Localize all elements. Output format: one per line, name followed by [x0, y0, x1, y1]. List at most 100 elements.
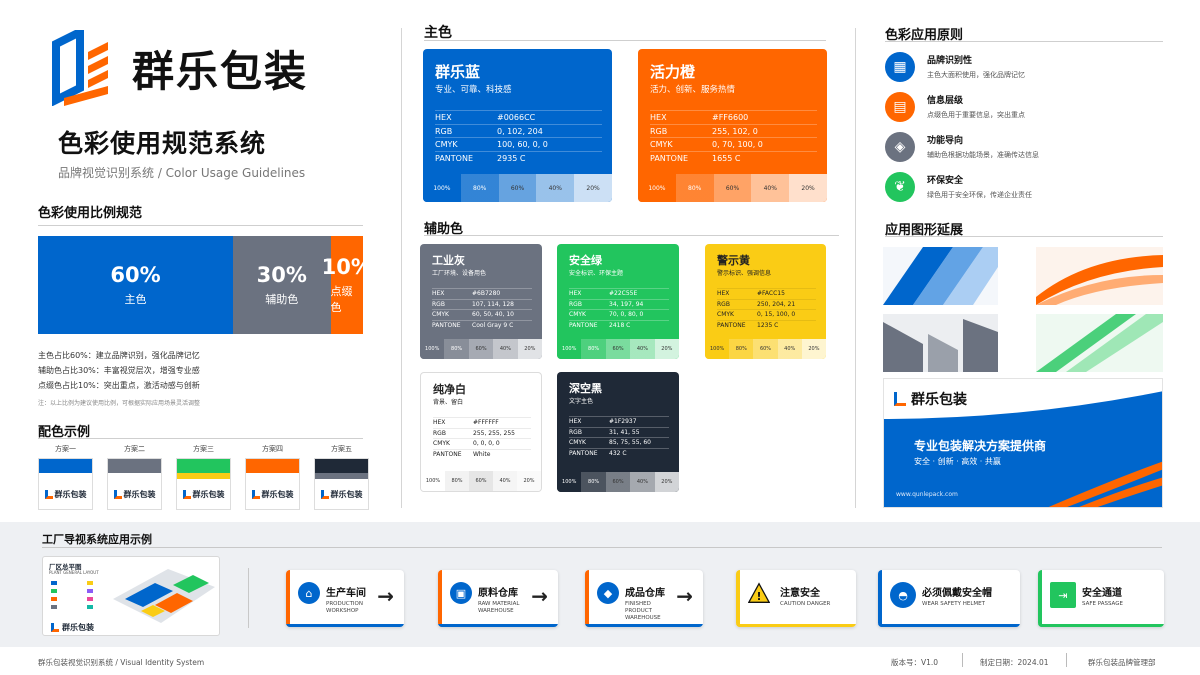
principle-name: 环保安全 — [927, 176, 964, 186]
ratio-segment: 30% 辅助色 — [233, 236, 331, 334]
sign-bottom-bar — [438, 624, 558, 627]
color-description: 工厂环境、设备用色 — [432, 270, 487, 277]
ratio-segment: 60% 主色 — [38, 236, 233, 334]
spec-row-hex: HEX #FFFFFF — [433, 417, 531, 428]
spec-key: HEX — [435, 113, 452, 122]
tint-swatch: 60% — [468, 339, 494, 359]
spec-value-hex: #1F2937 — [609, 418, 637, 425]
spec-key: RGB — [650, 126, 668, 136]
sign-accent-bar — [878, 570, 882, 627]
ratio-percent: 10% — [321, 255, 372, 279]
spec-key: PANTONE — [569, 321, 598, 329]
spec-value-pantone: 432 C — [609, 449, 627, 457]
tint-strip: 100% 80% 60% 40% 20% — [557, 339, 679, 359]
spec-value-rgb: 250, 204, 21 — [757, 300, 796, 308]
spec-key: PANTONE — [717, 321, 746, 329]
combo-swatch: 群乐包装 — [245, 458, 300, 510]
ratio-label: 辅助色 — [265, 293, 299, 306]
tint-swatch: 20% — [789, 174, 827, 202]
wayfinding-sign: ⌂ 生产车间 PRODUCTION WORKSHOP → — [286, 570, 404, 627]
combo-color-mid — [177, 473, 230, 479]
combo-logo-text: 群乐包装 — [54, 490, 87, 499]
combo-logo-icon — [182, 490, 191, 499]
footer-divider — [962, 653, 963, 667]
principle-item: ❦ 环保安全 绿色用于安全环保，传递企业责任 — [885, 172, 1032, 202]
tint-swatch: 20% — [517, 471, 541, 491]
tint-swatch: 80% — [445, 471, 469, 491]
tint-swatch: 100% — [557, 472, 582, 492]
banner-url: www.qunlepack.com — [896, 491, 958, 498]
combo-item: 方案一 群乐包装 — [38, 444, 93, 510]
tint-strip: 100% 80% 60% 40% 20% — [557, 472, 679, 492]
tint-swatch: 100% — [420, 339, 445, 359]
sign-label-en: FINISHED PRODUCT WAREHOUSE — [625, 601, 661, 621]
color-card: 警示黄 警示标识、强调信息 HEX #FACC15 RGB 250, 204, 21 CMY… — [705, 244, 826, 359]
color-description: 安全标识、环保主题 — [569, 270, 624, 277]
ratio-bar: 60% 主色 30% 辅助色 10% 点缀色 — [38, 236, 372, 334]
tint-swatch: 80% — [729, 339, 754, 359]
sign-bottom-bar — [1038, 624, 1164, 627]
spec-value-hex: #FF6600 — [712, 113, 749, 122]
spec-value-pantone: 2935 C — [497, 153, 526, 163]
color-spec-table: HEX #FFFFFF RGB 255, 255, 255 CMYK 0, 0, 0, 0… — [433, 417, 531, 459]
column-divider — [401, 28, 402, 508]
tint-strip: 100% 80% 60% 40% 20% — [638, 174, 827, 202]
color-name: 群乐蓝 — [435, 63, 481, 81]
divider — [38, 225, 363, 226]
color-spec-table: HEX #6B7280 RGB 107, 114, 128 CMYK 60, 50, 40… — [432, 288, 532, 330]
ratio-percent: 60% — [110, 263, 161, 287]
plant-layout-map: 厂区总平图 PLANT GENERAL LAYOUT 群乐包装 — [42, 556, 220, 636]
tint-swatch: 20% — [654, 339, 679, 359]
spec-value-hex: #6B7280 — [472, 290, 501, 297]
combo-color-mid — [246, 473, 299, 479]
spec-row-pantone: PANTONE Cool Gray 9 C — [432, 319, 532, 331]
graphic-tile-orange — [1036, 247, 1163, 305]
banner-logo: 群乐包装 — [894, 389, 967, 409]
banner-logo-text: 群乐包装 — [911, 392, 967, 408]
spec-key: PANTONE — [435, 153, 473, 163]
combo-item: 方案三 群乐包装 — [176, 444, 231, 510]
principle-text: 品牌识别性 主色大面积使用，强化品牌记忆 — [927, 52, 1025, 80]
combo-name: 方案一 — [55, 445, 76, 453]
map-logo-text: 群乐包装 — [62, 623, 94, 632]
combo-logo-text: 群乐包装 — [261, 490, 294, 499]
principle-description: 绿色用于安全环保，传递企业责任 — [927, 191, 1032, 199]
tint-swatch: 100% — [557, 339, 582, 359]
color-description: 背景、留白 — [433, 399, 464, 406]
spec-row-cmyk: CMYK 0, 15, 100, 0 — [717, 309, 816, 320]
sign-label-zh: 成品仓库 — [625, 588, 665, 599]
spec-value-pantone: White — [473, 450, 491, 458]
banner-tagline: 安全 · 创新 · 高效 · 共赢 — [914, 457, 1001, 466]
color-card: 安全绿 安全标识、环保主题 HEX #22C55E RGB 34, 197, 94 CMYK… — [557, 244, 679, 359]
ratio-note: 点缀色占比10%：突出重点，激活动感与创新 — [38, 381, 200, 390]
sign-label-en: SAFE PASSAGE — [1082, 601, 1123, 607]
tint-swatch: 60% — [753, 339, 778, 359]
spec-key: CMYK — [569, 311, 586, 318]
ratio-segment: 10% 点缀色 — [322, 236, 372, 334]
ratio-label: 主色 — [124, 293, 147, 306]
principle-item: ▤ 信息层级 点缀色用于重要信息，突出重点 — [885, 92, 1025, 122]
tint-strip: 100% 80% 60% 40% 20% — [420, 339, 542, 359]
spec-key: CMYK — [650, 140, 673, 149]
principle-description: 主色大面积使用，强化品牌记忆 — [927, 71, 1025, 79]
combo-color-mid — [108, 473, 161, 479]
sign-accent-bar — [585, 570, 589, 627]
combo-color-top — [315, 459, 368, 473]
box-icon: ▣ — [450, 582, 472, 604]
footer-date: 制定日期：2024.01 — [980, 658, 1049, 667]
spec-value-cmyk: 100, 60, 0, 0 — [497, 140, 548, 149]
divider — [885, 41, 1163, 42]
ratio-section-title: 色彩使用比例规范 — [38, 206, 143, 221]
combo-name: 方案四 — [262, 445, 283, 453]
combo-item: 方案五 群乐包装 — [314, 444, 369, 510]
sign-label-zh: 必须佩戴安全帽 — [922, 588, 992, 599]
color-card: 活力橙 活力、创新、服务热情 HEX #FF6600 RGB 255, 102, 0 CMY… — [638, 49, 827, 202]
brand-logo: 群乐包装 — [50, 30, 308, 106]
combo-color-top — [39, 459, 92, 473]
color-description: 警示标识、强调信息 — [717, 270, 772, 277]
spec-key: PANTONE — [569, 449, 598, 457]
spec-key: HEX — [432, 290, 445, 297]
tint-swatch: 20% — [574, 174, 612, 202]
principle-name: 信息层级 — [927, 96, 964, 106]
combo-color-top — [177, 459, 230, 473]
